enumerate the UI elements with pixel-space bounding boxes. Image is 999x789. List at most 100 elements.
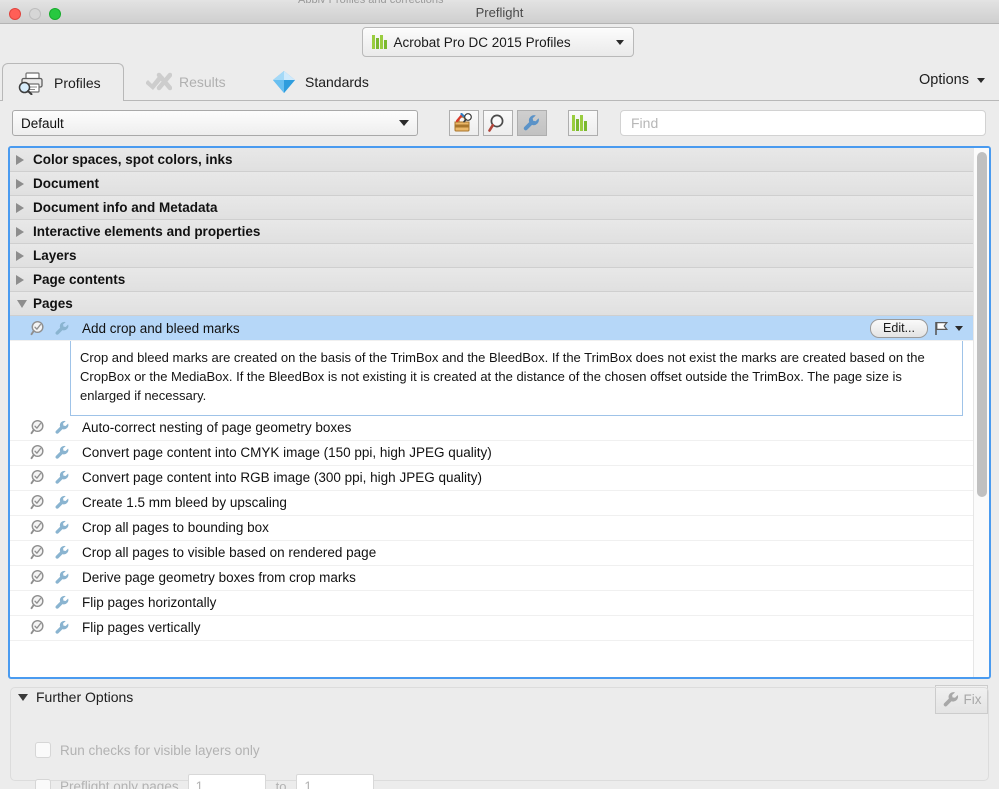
chevron-right-icon[interactable]: [16, 178, 24, 189]
fixups-button[interactable]: [517, 110, 547, 136]
group-row-5[interactable]: Page contents: [10, 268, 973, 292]
page-to-input[interactable]: 1: [296, 774, 375, 789]
list-item-label: Convert page content into CMYK image (15…: [82, 445, 492, 461]
tab-results-label: Results: [179, 74, 226, 90]
group-row-4[interactable]: Layers: [10, 244, 973, 268]
group-label: Document: [33, 176, 100, 191]
new-profile-button[interactable]: [449, 110, 479, 136]
list-item[interactable]: Convert page content into RGB image (300…: [10, 465, 973, 491]
further-options-box: Run checks for visible layers only Prefl…: [10, 687, 989, 789]
wrench-icon: [55, 571, 69, 584]
wrench-icon: [55, 596, 69, 609]
list-item[interactable]: Crop all pages to bounding box: [10, 515, 973, 541]
list-item[interactable]: Convert page content into CMYK image (15…: [10, 440, 973, 466]
magnifier-check-icon: [30, 545, 44, 560]
item-icons: [30, 494, 71, 511]
scrollbar-thumb[interactable]: [977, 152, 987, 497]
magnifier-check-icon: [30, 520, 44, 535]
item-icons: [30, 544, 71, 561]
chevron-right-icon[interactable]: [16, 202, 24, 213]
list-item-selected[interactable]: Add crop and bleed marks Edit...: [10, 316, 973, 341]
magnifier-check-icon: [30, 320, 44, 335]
chevron-right-icon[interactable]: [16, 274, 24, 285]
group-label: Color spaces, spot colors, inks: [33, 152, 233, 167]
magnifier-check-icon: [30, 470, 44, 485]
wrench-icon: [55, 421, 69, 434]
wrench-icon: [55, 521, 69, 534]
chevron-down-icon[interactable]: [17, 299, 27, 308]
profile-filter-dropdown[interactable]: Default: [12, 110, 418, 136]
group-label: Page contents: [33, 272, 126, 287]
profile-filter-value: Default: [21, 115, 64, 131]
group-row-1[interactable]: Document: [10, 172, 973, 196]
visible-layers-label: Run checks for visible layers only: [60, 742, 260, 758]
preflight-pages-checkbox-row[interactable]: Preflight only pages 1 to 1: [35, 774, 375, 789]
group-row-3[interactable]: Interactive elements and properties: [10, 220, 973, 244]
group-label: Layers: [33, 248, 77, 263]
list-item[interactable]: Flip pages horizontally: [10, 590, 973, 616]
list-item[interactable]: Derive page geometry boxes from crop mar…: [10, 565, 973, 591]
item-icons: [30, 444, 71, 461]
list-item-label: Convert page content into RGB image (300…: [82, 470, 482, 486]
profiles-view-button[interactable]: [568, 110, 598, 136]
green-bars-icon: [572, 115, 587, 131]
chevron-right-icon[interactable]: [16, 154, 24, 165]
wrench-icon: [523, 115, 539, 131]
visible-layers-checkbox-row[interactable]: Run checks for visible layers only: [35, 742, 260, 758]
page-from-input[interactable]: 1: [187, 774, 266, 789]
list-item-label: Crop all pages to visible based on rende…: [82, 545, 377, 561]
profiles-list[interactable]: Color spaces, spot colors, inks Document…: [10, 148, 973, 677]
wrench-icon: [55, 471, 69, 484]
magnifier-check-icon: [30, 445, 44, 460]
flag-dropdown[interactable]: [934, 321, 963, 336]
chevron-right-icon[interactable]: [16, 250, 24, 261]
group-row-0[interactable]: Color spaces, spot colors, inks: [10, 148, 973, 172]
list-item-label: Derive page geometry boxes from crop mar…: [82, 570, 356, 586]
item-icons: [30, 619, 71, 636]
printer-magnifier-icon: [18, 71, 43, 95]
chevron-down-icon: [616, 39, 624, 45]
chevron-right-icon[interactable]: [16, 226, 24, 237]
tab-profiles[interactable]: Profiles: [2, 63, 124, 101]
wrench-icon: [55, 546, 69, 559]
list-item[interactable]: Flip pages vertically: [10, 615, 973, 641]
profile-set-area: Acrobat Pro DC 2015 Profiles: [0, 24, 999, 66]
list-item[interactable]: Auto-correct nesting of page geometry bo…: [10, 415, 973, 441]
options-menu-button[interactable]: Options: [919, 72, 985, 88]
magnifier-check-icon: [30, 495, 44, 510]
preflight-pages-checkbox[interactable]: [35, 778, 51, 789]
profiles-list-panel: Color spaces, spot colors, inks Document…: [8, 146, 991, 679]
toolbar: Default Find: [0, 108, 999, 144]
list-item[interactable]: Create 1.5 mm bleed by upscaling: [10, 490, 973, 516]
tab-standards-label: Standards: [305, 74, 369, 90]
further-options-panel: Further Options Fix Run checks for visib…: [8, 681, 991, 789]
list-item-label: Flip pages horizontally: [82, 595, 217, 611]
group-label: Pages: [33, 296, 73, 311]
edit-button[interactable]: Edit...: [870, 318, 928, 338]
list-item-label: Create 1.5 mm bleed by upscaling: [82, 495, 287, 511]
visible-layers-checkbox[interactable]: [35, 742, 51, 758]
checkmark-cross-icon: [146, 72, 172, 91]
list-item[interactable]: Crop all pages to visible based on rende…: [10, 540, 973, 566]
toolbar-button-group: [449, 110, 602, 136]
tab-bar: Profiles Results Standards Options: [0, 63, 999, 101]
profile-set-label: Acrobat Pro DC 2015 Profiles: [393, 34, 571, 50]
preflight-pages-label: Preflight only pages: [60, 779, 179, 789]
chevron-down-icon: [955, 325, 963, 331]
group-row-2[interactable]: Document info and Metadata: [10, 196, 973, 220]
vertical-scrollbar[interactable]: [973, 148, 989, 677]
profile-set-dropdown[interactable]: Acrobat Pro DC 2015 Profiles: [362, 27, 634, 57]
wrench-icon: [55, 321, 69, 335]
blue-diamond-icon: [273, 71, 295, 93]
list-item-label: Add crop and bleed marks: [82, 320, 240, 336]
magnifier-check-icon: [30, 420, 44, 435]
group-label: Interactive elements and properties: [33, 224, 261, 239]
group-row-6[interactable]: Pages: [10, 292, 973, 316]
inspect-button[interactable]: [483, 110, 513, 136]
list-item-label: Flip pages vertically: [82, 620, 201, 636]
search-field[interactable]: Find: [620, 110, 986, 136]
group-label: Document info and Metadata: [33, 200, 218, 215]
item-icons: [30, 320, 71, 337]
tab-results[interactable]: Results: [132, 63, 240, 101]
tab-standards[interactable]: Standards: [256, 63, 383, 101]
